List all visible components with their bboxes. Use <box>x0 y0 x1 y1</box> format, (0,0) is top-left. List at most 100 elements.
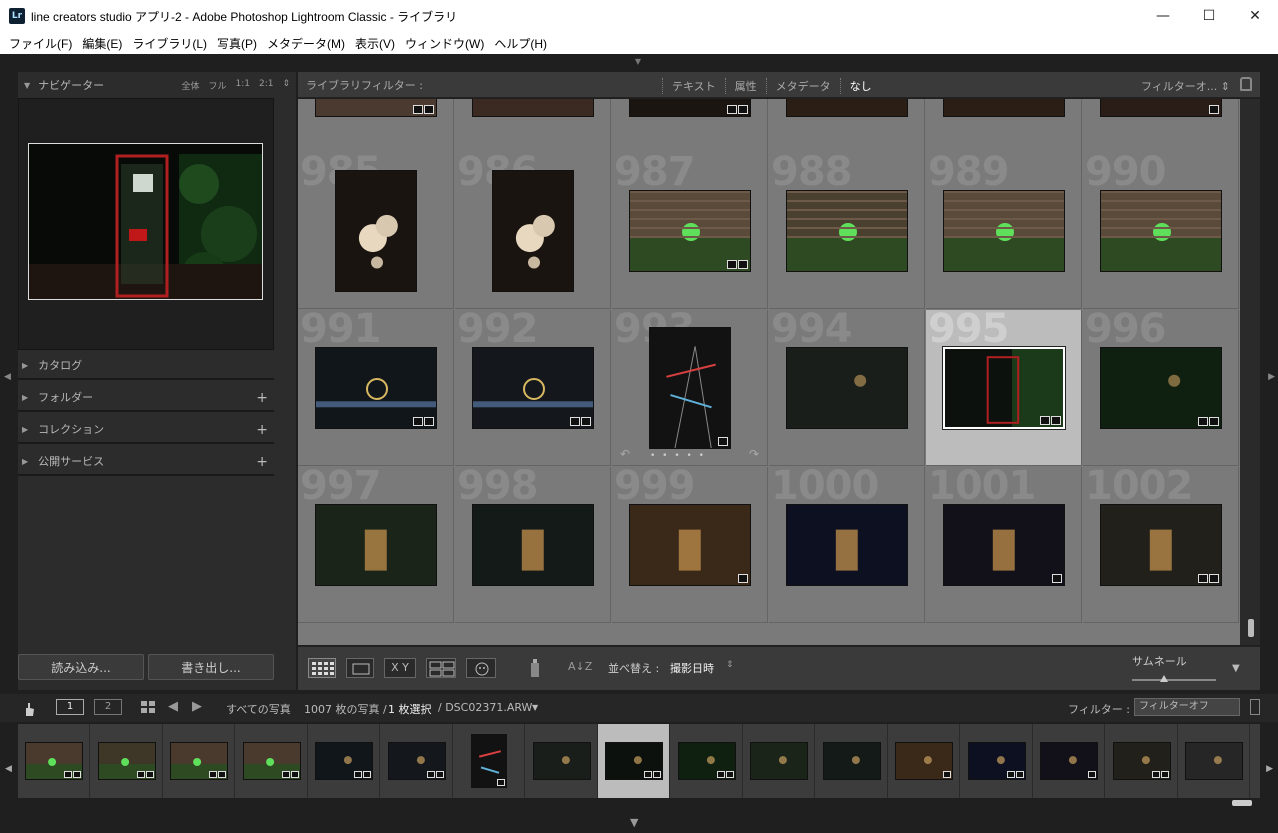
filmstrip-thumbnail[interactable] <box>967 742 1026 780</box>
rotate-right-icon[interactable]: ↷ <box>749 447 759 461</box>
menu-metadata[interactable]: メタデータ(M) <box>262 35 350 52</box>
filter-preset-dropdown[interactable]: フィルターオ... ⇕ <box>1141 78 1230 94</box>
grid-cell[interactable]: 988 <box>769 153 925 309</box>
filmstrip-cell[interactable] <box>526 724 598 798</box>
filmstrip-thumbnail[interactable] <box>1185 742 1243 780</box>
filmstrip-cell[interactable] <box>961 724 1033 798</box>
filmstrip-thumbnail[interactable] <box>170 742 228 780</box>
photo-thumbnail[interactable] <box>315 347 437 429</box>
grid-cell[interactable] <box>926 99 1082 154</box>
filmstrip-thumbnail[interactable] <box>315 742 373 780</box>
thumbnail-size-slider[interactable] <box>1132 679 1216 681</box>
grid-cell[interactable]: 986 <box>455 153 611 309</box>
thumbnail-slider-knob[interactable] <box>1160 675 1168 682</box>
filmstrip-cell[interactable] <box>743 724 815 798</box>
filter-tab-none[interactable]: なし <box>839 78 881 94</box>
filename-dropdown-icon[interactable]: ▼ <box>532 703 538 712</box>
nav-option-fill[interactable]: フル <box>208 79 226 92</box>
menu-photo[interactable]: 写真(P) <box>212 35 262 52</box>
lock-icon[interactable] <box>1240 77 1252 91</box>
collections-section[interactable]: ▶ コレクション + <box>18 416 274 444</box>
grid-view-icon[interactable] <box>308 658 336 678</box>
filmstrip-cell[interactable] <box>1033 724 1105 798</box>
filmstrip-scroll-left-icon[interactable]: ◀ <box>5 764 12 774</box>
import-button[interactable]: 読み込み... <box>18 654 144 680</box>
photo-thumbnail[interactable] <box>943 99 1065 117</box>
filmstrip-cell[interactable] <box>671 724 743 798</box>
photo-thumbnail[interactable] <box>649 327 731 449</box>
grid-cell[interactable]: 994 <box>769 310 925 466</box>
bottom-panel-toggle-icon[interactable]: ▼ <box>630 816 638 829</box>
filmstrip-thumbnail[interactable] <box>895 742 953 780</box>
minimize-button[interactable]: — <box>1140 0 1186 32</box>
grid-scrollbar-thumb[interactable] <box>1248 619 1254 637</box>
sort-dropdown-arrow-icon[interactable]: ⇕ <box>726 660 734 670</box>
grid-toggle-icon[interactable] <box>140 700 156 717</box>
grid-cell[interactable]: 1002 <box>1083 467 1239 623</box>
photo-thumbnail[interactable] <box>629 99 751 117</box>
add-collection-icon[interactable]: + <box>256 422 268 438</box>
menu-window[interactable]: ウィンドウ(W) <box>400 35 489 52</box>
menu-help[interactable]: ヘルプ(H) <box>489 35 552 52</box>
photo-thumbnail[interactable] <box>1100 347 1222 429</box>
filmstrip-filter-dropdown[interactable]: フィルターオフ <box>1134 698 1240 716</box>
photo-thumbnail[interactable] <box>943 504 1065 586</box>
grid-cell[interactable]: 999 <box>612 467 768 623</box>
filmstrip-cell[interactable] <box>91 724 163 798</box>
filmstrip-cell[interactable] <box>1106 724 1178 798</box>
add-publish-service-icon[interactable]: + <box>256 454 268 470</box>
photo-thumbnail[interactable] <box>786 347 908 429</box>
grid-cell[interactable]: 996 <box>1083 310 1239 466</box>
photo-thumbnail[interactable] <box>472 504 594 586</box>
sort-direction-icon[interactable]: A↓Z <box>568 660 592 673</box>
grid-cell[interactable]: 995 <box>926 310 1082 466</box>
photo-thumbnail[interactable] <box>786 99 908 117</box>
grid-scrollbar[interactable] <box>1240 99 1260 645</box>
filmstrip-cell[interactable] <box>18 724 90 798</box>
top-panel-toggle-icon[interactable]: ▼ <box>632 58 644 66</box>
grid-cell[interactable] <box>769 99 925 154</box>
filmstrip-cell[interactable] <box>888 724 960 798</box>
back-arrow-icon[interactable]: ◀ <box>168 699 178 714</box>
filmstrip-cell[interactable] <box>1178 724 1250 798</box>
compare-view-icon[interactable]: X Y <box>384 658 416 678</box>
grid-cell[interactable]: 1001 <box>926 467 1082 623</box>
nav-option-1to1[interactable]: 1:1 <box>235 79 249 92</box>
navigator-header[interactable]: ▼ ナビゲーター 全体 フル 1:1 2:1 ⇕ <box>18 72 296 98</box>
photo-thumbnail[interactable] <box>943 190 1065 272</box>
navigator-preview-image[interactable] <box>28 143 263 300</box>
grid-cell[interactable]: 985 <box>298 153 454 309</box>
nav-option-2to1[interactable]: 2:1 <box>259 79 273 92</box>
add-folder-icon[interactable]: + <box>256 390 268 406</box>
painter-spray-icon[interactable] <box>528 657 542 679</box>
sort-by-dropdown[interactable]: 撮影日時 <box>670 660 714 676</box>
rotate-left-icon[interactable]: ↶ <box>620 447 630 461</box>
toolbar-menu-chevron-icon[interactable]: ▼ <box>1232 663 1240 674</box>
survey-view-icon[interactable] <box>426 658 456 678</box>
menu-edit[interactable]: 編集(E) <box>77 35 127 52</box>
grid-cell[interactable]: 998 <box>455 467 611 623</box>
filmstrip-cell[interactable] <box>816 724 888 798</box>
photo-thumbnail[interactable] <box>786 504 908 586</box>
catalog-section[interactable]: ▶ カタログ <box>18 352 274 380</box>
photo-thumbnail[interactable] <box>629 504 751 586</box>
filmstrip-cell[interactable] <box>163 724 235 798</box>
filmstrip-thumbnail[interactable] <box>605 742 663 780</box>
filmstrip-thumbnail[interactable] <box>387 742 446 780</box>
menu-library[interactable]: ライブラリ(L) <box>127 35 212 52</box>
photo-thumbnail[interactable] <box>786 190 908 272</box>
filmstrip-thumbnail[interactable] <box>1040 742 1098 780</box>
grid-cell[interactable]: 991 <box>298 310 454 466</box>
hand-icon[interactable] <box>22 701 36 720</box>
left-panel-toggle-icon[interactable]: ◀ <box>4 372 11 382</box>
filmstrip-cell[interactable] <box>598 724 670 798</box>
filmstrip-thumbnail[interactable] <box>471 734 507 788</box>
photo-thumbnail[interactable] <box>472 99 594 117</box>
folders-section[interactable]: ▶ フォルダー + <box>18 384 274 412</box>
filmstrip-cell[interactable] <box>236 724 308 798</box>
filmstrip-thumbnail[interactable] <box>242 742 301 780</box>
maximize-button[interactable]: ☐ <box>1186 0 1232 32</box>
filmstrip-cell[interactable] <box>453 724 525 798</box>
photo-thumbnail[interactable] <box>335 170 417 292</box>
grid-cell[interactable] <box>455 99 611 154</box>
